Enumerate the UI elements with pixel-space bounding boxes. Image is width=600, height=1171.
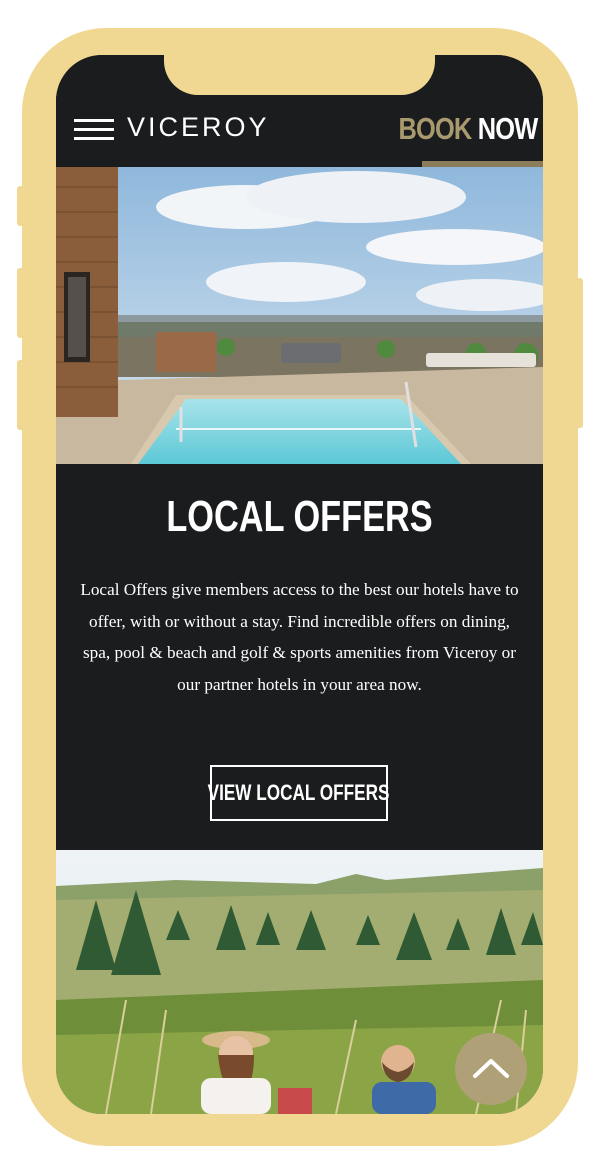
local-offers-section: LOCAL OFFERS Local Offers give members a… (56, 464, 543, 850)
phone-side-button (17, 186, 25, 226)
chevron-up-icon (473, 1059, 509, 1078)
rooftop-pool-image (56, 167, 543, 464)
phone-notch (164, 55, 435, 95)
view-local-offers-button[interactable]: VIEW LOCAL OFFERS (208, 765, 390, 821)
local-offers-description: Local Offers give members access to the … (80, 580, 519, 694)
book-now-label-book: BOOK (398, 111, 472, 146)
scroll-to-top-button[interactable] (455, 1033, 527, 1105)
phone-volume-down-button (17, 360, 25, 430)
book-now-label-now: NOW (477, 111, 537, 146)
hamburger-menu-icon[interactable] (74, 119, 114, 143)
local-offers-title: LOCAL OFFERS (166, 492, 433, 541)
viceroy-logo[interactable]: VICEROY (127, 112, 270, 143)
phone-volume-up-button (17, 268, 25, 338)
phone-power-button (575, 278, 583, 428)
book-now-button[interactable]: BOOK NOW (398, 111, 538, 147)
phone-screen: VICEROY BOOK NOW LOCAL OFFERS Local Offe… (56, 55, 543, 1114)
view-local-offers-label: VIEW LOCAL OFFERS (208, 780, 390, 805)
